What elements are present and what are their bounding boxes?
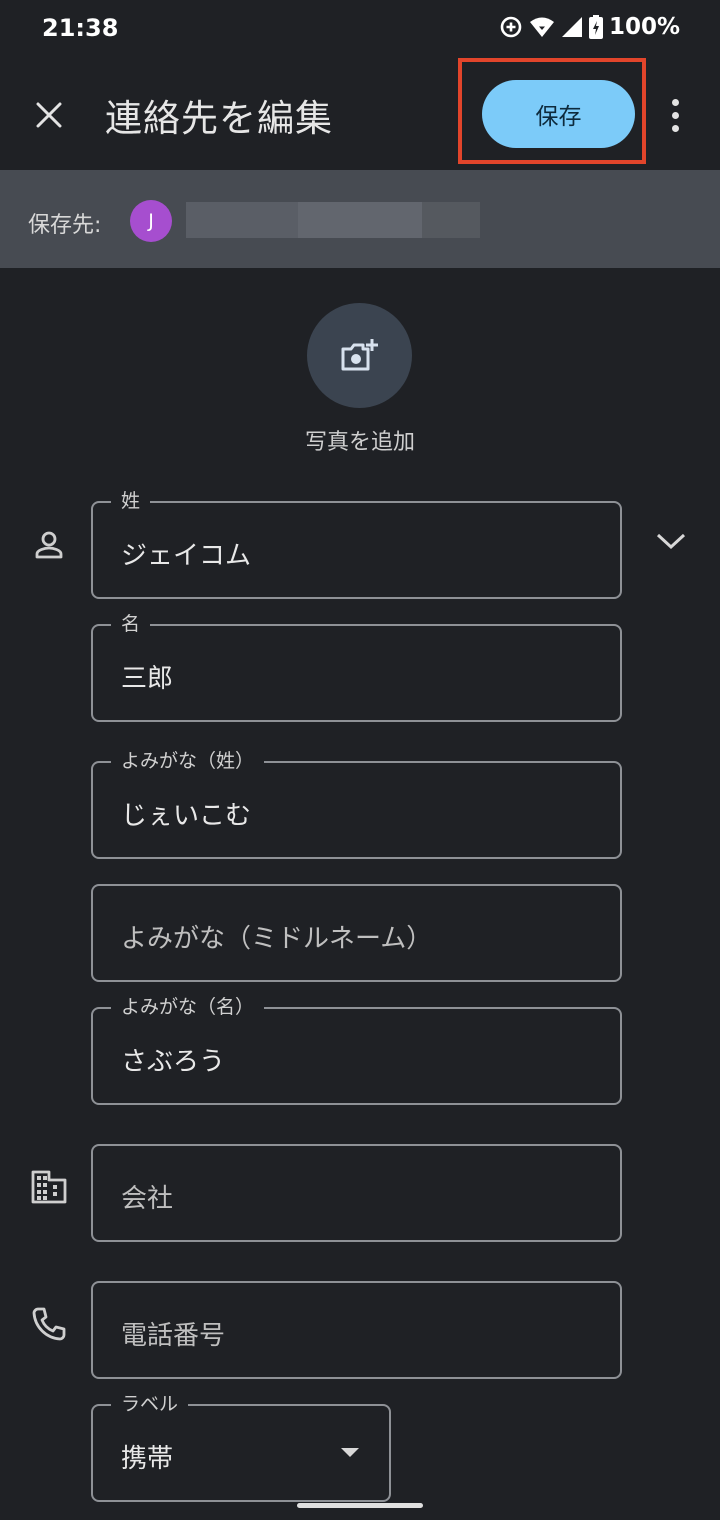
first-name-reading-value: さぶろう — [121, 1047, 226, 1077]
last-name-field[interactable]: 姓 ジェイコム — [91, 489, 622, 599]
home-indicator[interactable] — [297, 1503, 423, 1508]
phone-label-dropdown[interactable]: ラベル 携帯 — [91, 1392, 391, 1502]
phone-icon — [28, 1303, 70, 1345]
last-name-reading-value: じぇいこむ — [121, 801, 252, 831]
company-placeholder: 会社 — [121, 1184, 174, 1214]
account-name-redacted[interactable] — [186, 202, 480, 238]
last-name-reading-field[interactable]: よみがな（姓） じぇいこむ — [91, 749, 622, 859]
battery-percent: 100% — [608, 14, 680, 40]
last-name-reading-label: よみがな（姓） — [111, 749, 265, 773]
add-photo-label: 写真を追加 — [304, 430, 415, 455]
building-icon — [28, 1166, 70, 1208]
phone-label-value: 携帯 — [121, 1444, 174, 1474]
data-saver-icon — [500, 16, 522, 38]
save-button[interactable]: 保存 — [482, 80, 635, 148]
first-name-field[interactable]: 名 三郎 — [91, 612, 622, 722]
status-time: 21:38 — [42, 14, 119, 42]
middle-name-reading-field[interactable]: よみがな（ミドルネーム） — [91, 884, 622, 982]
phone-field[interactable]: 電話番号 — [91, 1281, 622, 1379]
add-photo-button[interactable] — [307, 303, 412, 408]
expand-name-fields-button[interactable] — [652, 522, 690, 560]
phone-label-legend: ラベル — [111, 1392, 189, 1416]
page-title: 連絡先を編集 — [105, 97, 333, 140]
more-options-button[interactable] — [660, 92, 690, 138]
add-photo-icon — [341, 338, 378, 370]
last-name-value: ジェイコム — [121, 541, 252, 571]
last-name-label: 姓 — [111, 489, 151, 513]
status-icons: 100% — [499, 14, 680, 40]
first-name-label: 名 — [111, 612, 151, 636]
first-name-value: 三郎 — [121, 664, 174, 694]
account-avatar: J — [130, 200, 172, 242]
signal-icon — [561, 17, 582, 37]
wifi-icon — [529, 17, 554, 37]
chevron-down-icon — [656, 533, 686, 550]
phone-placeholder: 電話番号 — [121, 1321, 226, 1351]
middle-name-reading-placeholder: よみがな（ミドルネーム） — [121, 924, 433, 954]
save-to-label: 保存先: — [28, 213, 102, 238]
first-name-reading-field[interactable]: よみがな（名） さぶろう — [91, 995, 622, 1105]
close-button[interactable] — [26, 92, 72, 138]
battery-icon — [588, 15, 603, 39]
first-name-reading-label: よみがな（名） — [111, 995, 265, 1019]
dropdown-arrow-icon — [341, 1448, 359, 1457]
person-icon — [28, 524, 70, 566]
close-icon — [36, 102, 62, 128]
company-field[interactable]: 会社 — [91, 1144, 622, 1242]
more-vert-icon — [671, 98, 679, 106]
